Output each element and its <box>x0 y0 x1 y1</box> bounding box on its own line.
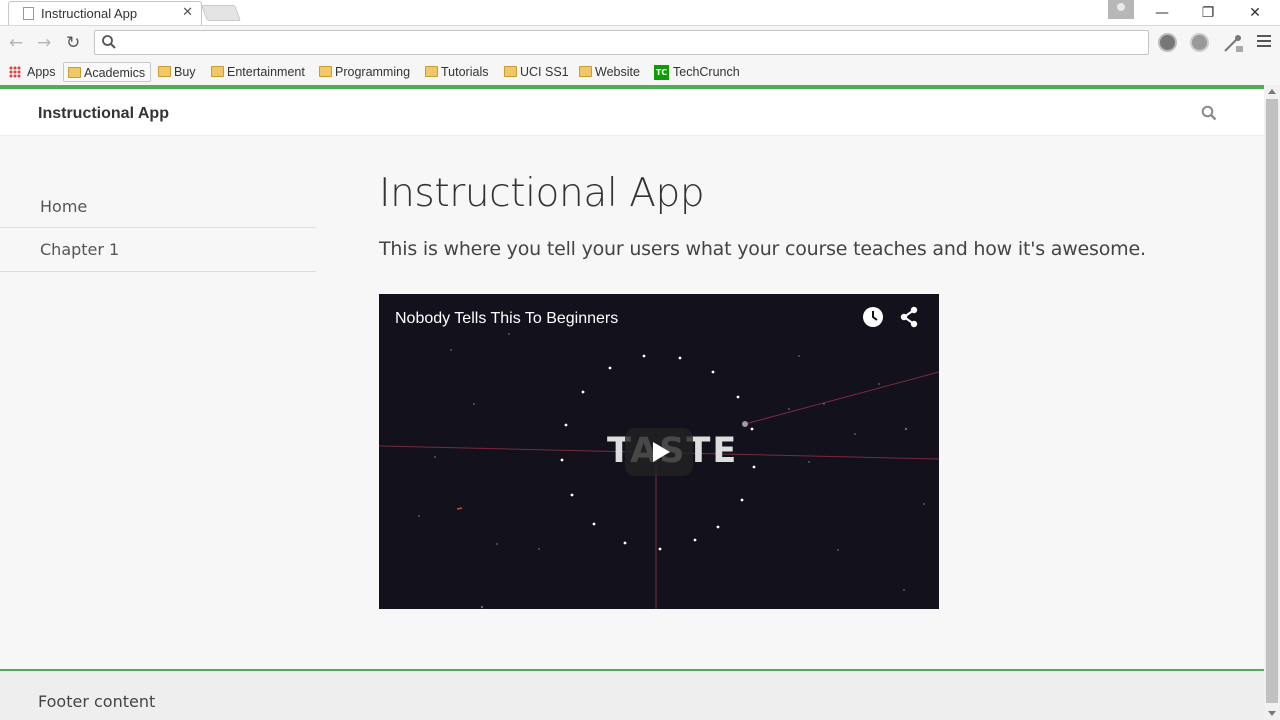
new-tab-button[interactable] <box>201 5 241 21</box>
tab-title: Instructional App <box>41 6 138 21</box>
folder-icon <box>211 66 224 77</box>
scroll-down-arrow-icon[interactable] <box>1268 711 1276 716</box>
techcrunch-icon: TC <box>654 65 669 80</box>
share-icon[interactable] <box>898 306 920 328</box>
bookmark-label: TechCrunch <box>673 65 740 79</box>
page-scrollbar[interactable] <box>1264 85 1280 720</box>
omnibox-search-icon <box>102 35 116 49</box>
bookmark-website[interactable]: Website <box>575 62 640 82</box>
bookmark-apps[interactable]: Apps <box>7 62 56 82</box>
bookmark-academics[interactable]: Academics <box>63 62 152 82</box>
eyedropper-icon[interactable] <box>1222 32 1244 54</box>
brand-title[interactable]: Instructional App <box>38 105 169 123</box>
folder-icon <box>579 66 592 77</box>
reload-icon[interactable]: ↻ <box>66 33 80 53</box>
bookmark-entertainment[interactable]: Entertainment <box>207 62 305 82</box>
extension-shield-icon[interactable] <box>1158 33 1177 52</box>
bookmark-label: Buy <box>174 65 196 79</box>
address-bar[interactable] <box>94 30 1149 55</box>
profile-avatar-icon[interactable] <box>1108 0 1134 19</box>
video-player[interactable]: Nobody Tells This To Beginners TASTE <box>379 294 939 609</box>
folder-icon <box>68 67 81 78</box>
browser-tab[interactable]: Instructional App ✕ <box>8 1 202 25</box>
watch-later-clock-icon[interactable] <box>862 306 884 328</box>
forward-arrow-icon[interactable]: → <box>37 33 51 53</box>
sidebar-item-home[interactable]: Home <box>0 185 316 228</box>
extension-w-icon[interactable] <box>1190 33 1209 52</box>
bookmark-label: Website <box>595 65 640 79</box>
bookmark-label: Academics <box>84 66 146 80</box>
app-header: Instructional App <box>0 89 1264 136</box>
page-icon <box>23 7 34 20</box>
chrome-menu-icon[interactable] <box>1257 35 1271 50</box>
scroll-up-arrow-icon[interactable] <box>1268 89 1276 94</box>
apps-grid-icon <box>9 66 21 78</box>
bookmark-label: Programming <box>335 65 411 79</box>
bookmark-label: Apps <box>27 65 56 79</box>
page-footer: Footer content <box>0 669 1264 720</box>
bookmark-uci-ss1[interactable]: UCI SS1 <box>500 62 569 82</box>
sidebar-item-chapter-1[interactable]: Chapter 1 <box>0 228 316 272</box>
restore-button[interactable]: ❐ <box>1193 2 1223 24</box>
browser-toolbar: ← → ↻ <box>0 25 1280 59</box>
bookmark-label: Tutorials <box>441 65 489 79</box>
bookmark-buy[interactable]: Buy <box>154 62 196 82</box>
tab-close-icon[interactable]: ✕ <box>182 5 193 20</box>
back-arrow-icon[interactable]: ← <box>9 33 23 53</box>
play-button[interactable] <box>625 428 693 476</box>
bookmark-label: UCI SS1 <box>520 65 569 79</box>
video-title[interactable]: Nobody Tells This To Beginners <box>395 310 618 328</box>
bookmarks-bar: Apps Academics Buy Entertainment Program… <box>0 59 1280 85</box>
folder-icon <box>504 66 517 77</box>
scrollbar-thumb[interactable] <box>1266 99 1278 703</box>
bookmark-techcrunch[interactable]: TC TechCrunch <box>653 62 740 82</box>
bookmark-label: Entertainment <box>227 65 305 79</box>
bookmark-programming[interactable]: Programming <box>315 62 410 82</box>
tab-strip: Instructional App ✕ — ❐ ✕ <box>0 0 1280 25</box>
intro-text: This is where you tell your users what y… <box>379 238 1146 260</box>
folder-icon <box>319 66 332 77</box>
folder-icon <box>425 66 438 77</box>
window-close-button[interactable]: ✕ <box>1240 2 1270 24</box>
bookmark-tutorials[interactable]: Tutorials <box>421 62 488 82</box>
minimize-button[interactable]: — <box>1147 2 1177 24</box>
sidebar-nav: Home Chapter 1 <box>0 185 316 272</box>
footer-text: Footer content <box>38 692 156 711</box>
page-title: Instructional App <box>379 171 705 216</box>
search-icon[interactable] <box>1201 105 1217 121</box>
main-content: Instructional App This is where you tell… <box>379 171 1146 260</box>
page-viewport: Instructional App Home Chapter 1 Instruc… <box>0 85 1264 720</box>
folder-icon <box>158 66 171 77</box>
